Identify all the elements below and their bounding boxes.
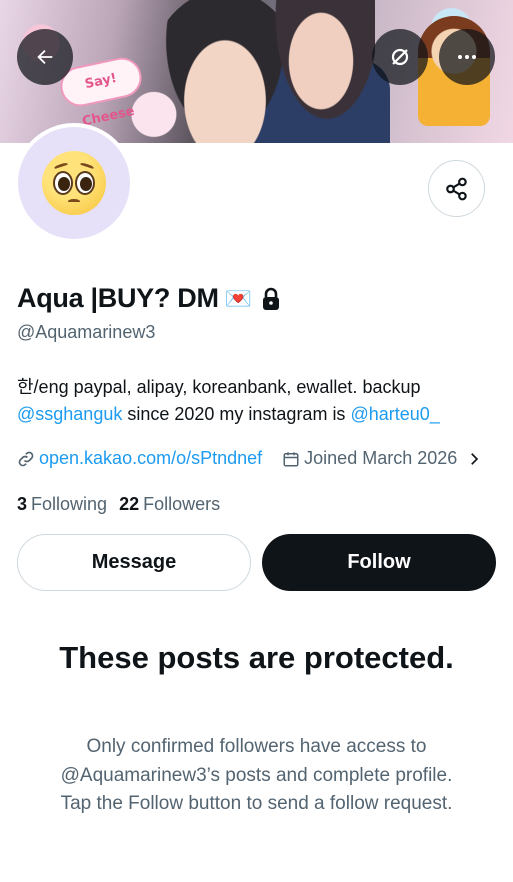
followers-count: 22 [119, 494, 140, 514]
emoji-eye-left [53, 171, 73, 195]
sync-off-icon [391, 48, 409, 66]
emoji-brow-right [79, 161, 95, 171]
following-link[interactable]: 3 Following [17, 494, 107, 515]
link-icon [18, 451, 34, 466]
profile-meta: open.kakao.com/o/sPtndnef Joined March 2… [17, 448, 483, 469]
display-name: Aqua |BUY? DM [17, 283, 219, 313]
follow-button[interactable]: Follow [262, 534, 496, 591]
emoji-mouth [68, 199, 80, 204]
joined-text: Joined March 2026 [304, 448, 458, 468]
bio-mention-harteu0[interactable]: @harteu0_ [350, 404, 439, 424]
message-button[interactable]: Message [17, 534, 251, 591]
profile-handle: @Aquamarinew3 [17, 322, 156, 342]
bio-text-2: since 2020 my instagram is [122, 404, 351, 424]
followers-label: Followers [143, 494, 221, 514]
emoji-eye-right [75, 171, 95, 195]
emoji-brow-left [53, 161, 69, 171]
protected-description: Only confirmed followers have access to … [60, 736, 453, 814]
calendar-icon [283, 451, 299, 466]
name-row: Aqua |BUY? DM 💌 [17, 283, 282, 314]
more-horizontal-icon [458, 55, 476, 59]
following-count: 3 [17, 494, 28, 514]
share-icon [445, 177, 467, 200]
lock-icon [263, 287, 280, 310]
avatar-background [18, 127, 130, 239]
protected-title: These posts are protected. [59, 640, 454, 675]
chevron-right-icon[interactable] [465, 450, 483, 468]
back-button[interactable] [17, 29, 73, 85]
arrow-left-icon [37, 49, 53, 65]
love-letter-emoji: 💌 [224, 285, 253, 311]
share-button[interactable] [428, 160, 485, 217]
bio-mention-ssghanguk[interactable]: @ssghanguk [17, 404, 122, 424]
profile-website[interactable]: open.kakao.com/o/sPtndnef [17, 448, 262, 469]
followers-link[interactable]: 22 Followers [119, 494, 220, 515]
profile-banner[interactable]: Say! Cheese [0, 0, 513, 143]
following-label: Following [31, 494, 108, 514]
bio-text-1: 한/eng paypal, alipay, koreanbank, ewalle… [17, 377, 421, 397]
banner-person-right [255, 0, 375, 143]
profile-bio: 한/eng paypal, alipay, koreanbank, ewalle… [17, 374, 497, 428]
follow-counts: 3 Following 22 Followers [17, 494, 220, 515]
website-link[interactable]: open.kakao.com/o/sPtndnef [39, 448, 262, 469]
more-button[interactable] [439, 29, 495, 85]
pleading-face-emoji [42, 151, 106, 215]
avatar[interactable] [14, 123, 134, 243]
joined-date: Joined March 2026 [282, 448, 457, 469]
sync-off-button[interactable] [372, 29, 428, 85]
